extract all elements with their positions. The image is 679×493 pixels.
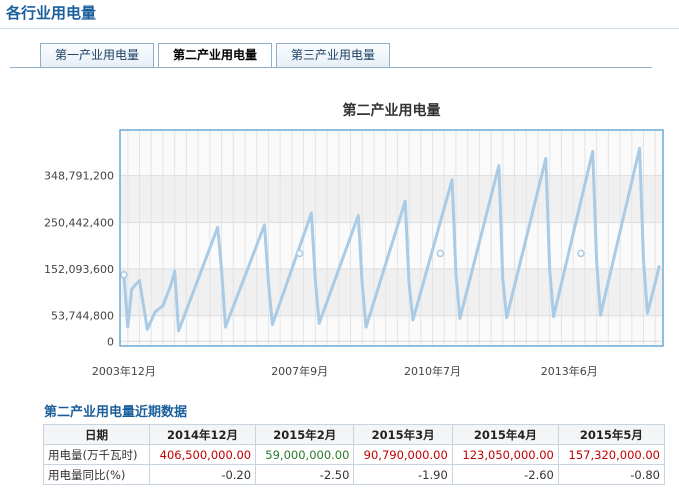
table-cell: 123,050,000.00 — [451, 444, 559, 465]
x-tick-label: 2010年7月 — [404, 364, 461, 378]
y-tick-label: 250,442,400 — [44, 216, 114, 229]
tab-tertiary-industry[interactable]: 第三产业用电量 — [276, 43, 391, 67]
table-cell: -1.90 — [353, 464, 453, 485]
grid-band — [120, 269, 663, 316]
column-header: 2015年5月 — [557, 424, 666, 445]
x-tick-label: 2007年9月 — [271, 364, 328, 378]
table-row-yoy: 用电量同比(%) -0.20 -2.50 -1.90 -2.60 -0.80 — [43, 464, 666, 485]
data-point-marker — [295, 249, 304, 258]
table-title: 第二产业用电量近期数据 — [44, 405, 188, 420]
tab-bar: 第一产业用电量 第二产业用电量 第三产业用电量 — [40, 43, 394, 68]
data-point-marker — [577, 249, 585, 258]
table-cell: 59,000,000.00 — [255, 444, 355, 465]
row-label: 用电量(万千瓦时) — [43, 444, 150, 465]
line-chart: 第二产业用电量 0 53,744,800 152,093,600 250,442,400… — [44, 102, 664, 378]
column-header: 2015年3月 — [353, 424, 453, 445]
y-tick-label: 152,093,600 — [44, 263, 114, 276]
table-cell: -0.20 — [148, 464, 257, 485]
table-cell: -2.50 — [255, 464, 355, 485]
row-label: 用电量同比(%) — [43, 464, 150, 485]
data-point-marker — [436, 249, 445, 258]
y-tick-label: 53,744,800 — [51, 310, 114, 323]
tab-primary-industry[interactable]: 第一产业用电量 — [40, 43, 155, 67]
title-divider — [0, 28, 679, 29]
table-cell: -2.60 — [451, 464, 559, 485]
table-cell: 157,320,000.00 — [557, 444, 666, 465]
table-cell: -0.80 — [557, 464, 666, 485]
column-header: 2015年4月 — [451, 424, 559, 445]
x-tick-label: 2003年12月 — [92, 364, 156, 378]
y-tick-label: 0 — [107, 335, 114, 348]
recent-data-table: 日期 2014年12月 2015年2月 2015年3月 2015年4月 2015… — [43, 424, 666, 485]
tab-secondary-industry[interactable]: 第二产业用电量 — [158, 43, 273, 68]
header-date-label: 日期 — [43, 424, 150, 445]
tab-divider — [10, 67, 652, 68]
y-tick-label: 348,791,200 — [44, 170, 114, 183]
data-point-marker — [120, 271, 128, 279]
x-tick-label: 2013年6月 — [541, 364, 598, 378]
page-title: 各行业用电量 — [6, 4, 97, 22]
chart-title: 第二产业用电量 — [343, 102, 441, 119]
table-cell: 90,790,000.00 — [353, 444, 453, 465]
table-cell: 406,500,000.00 — [148, 444, 257, 465]
column-header: 2015年2月 — [255, 424, 355, 445]
table-header-row: 日期 2014年12月 2015年2月 2015年3月 2015年4月 2015… — [43, 424, 666, 445]
column-header: 2014年12月 — [148, 424, 257, 445]
table-row-consumption: 用电量(万千瓦时) 406,500,000.00 59,000,000.00 9… — [43, 444, 666, 465]
